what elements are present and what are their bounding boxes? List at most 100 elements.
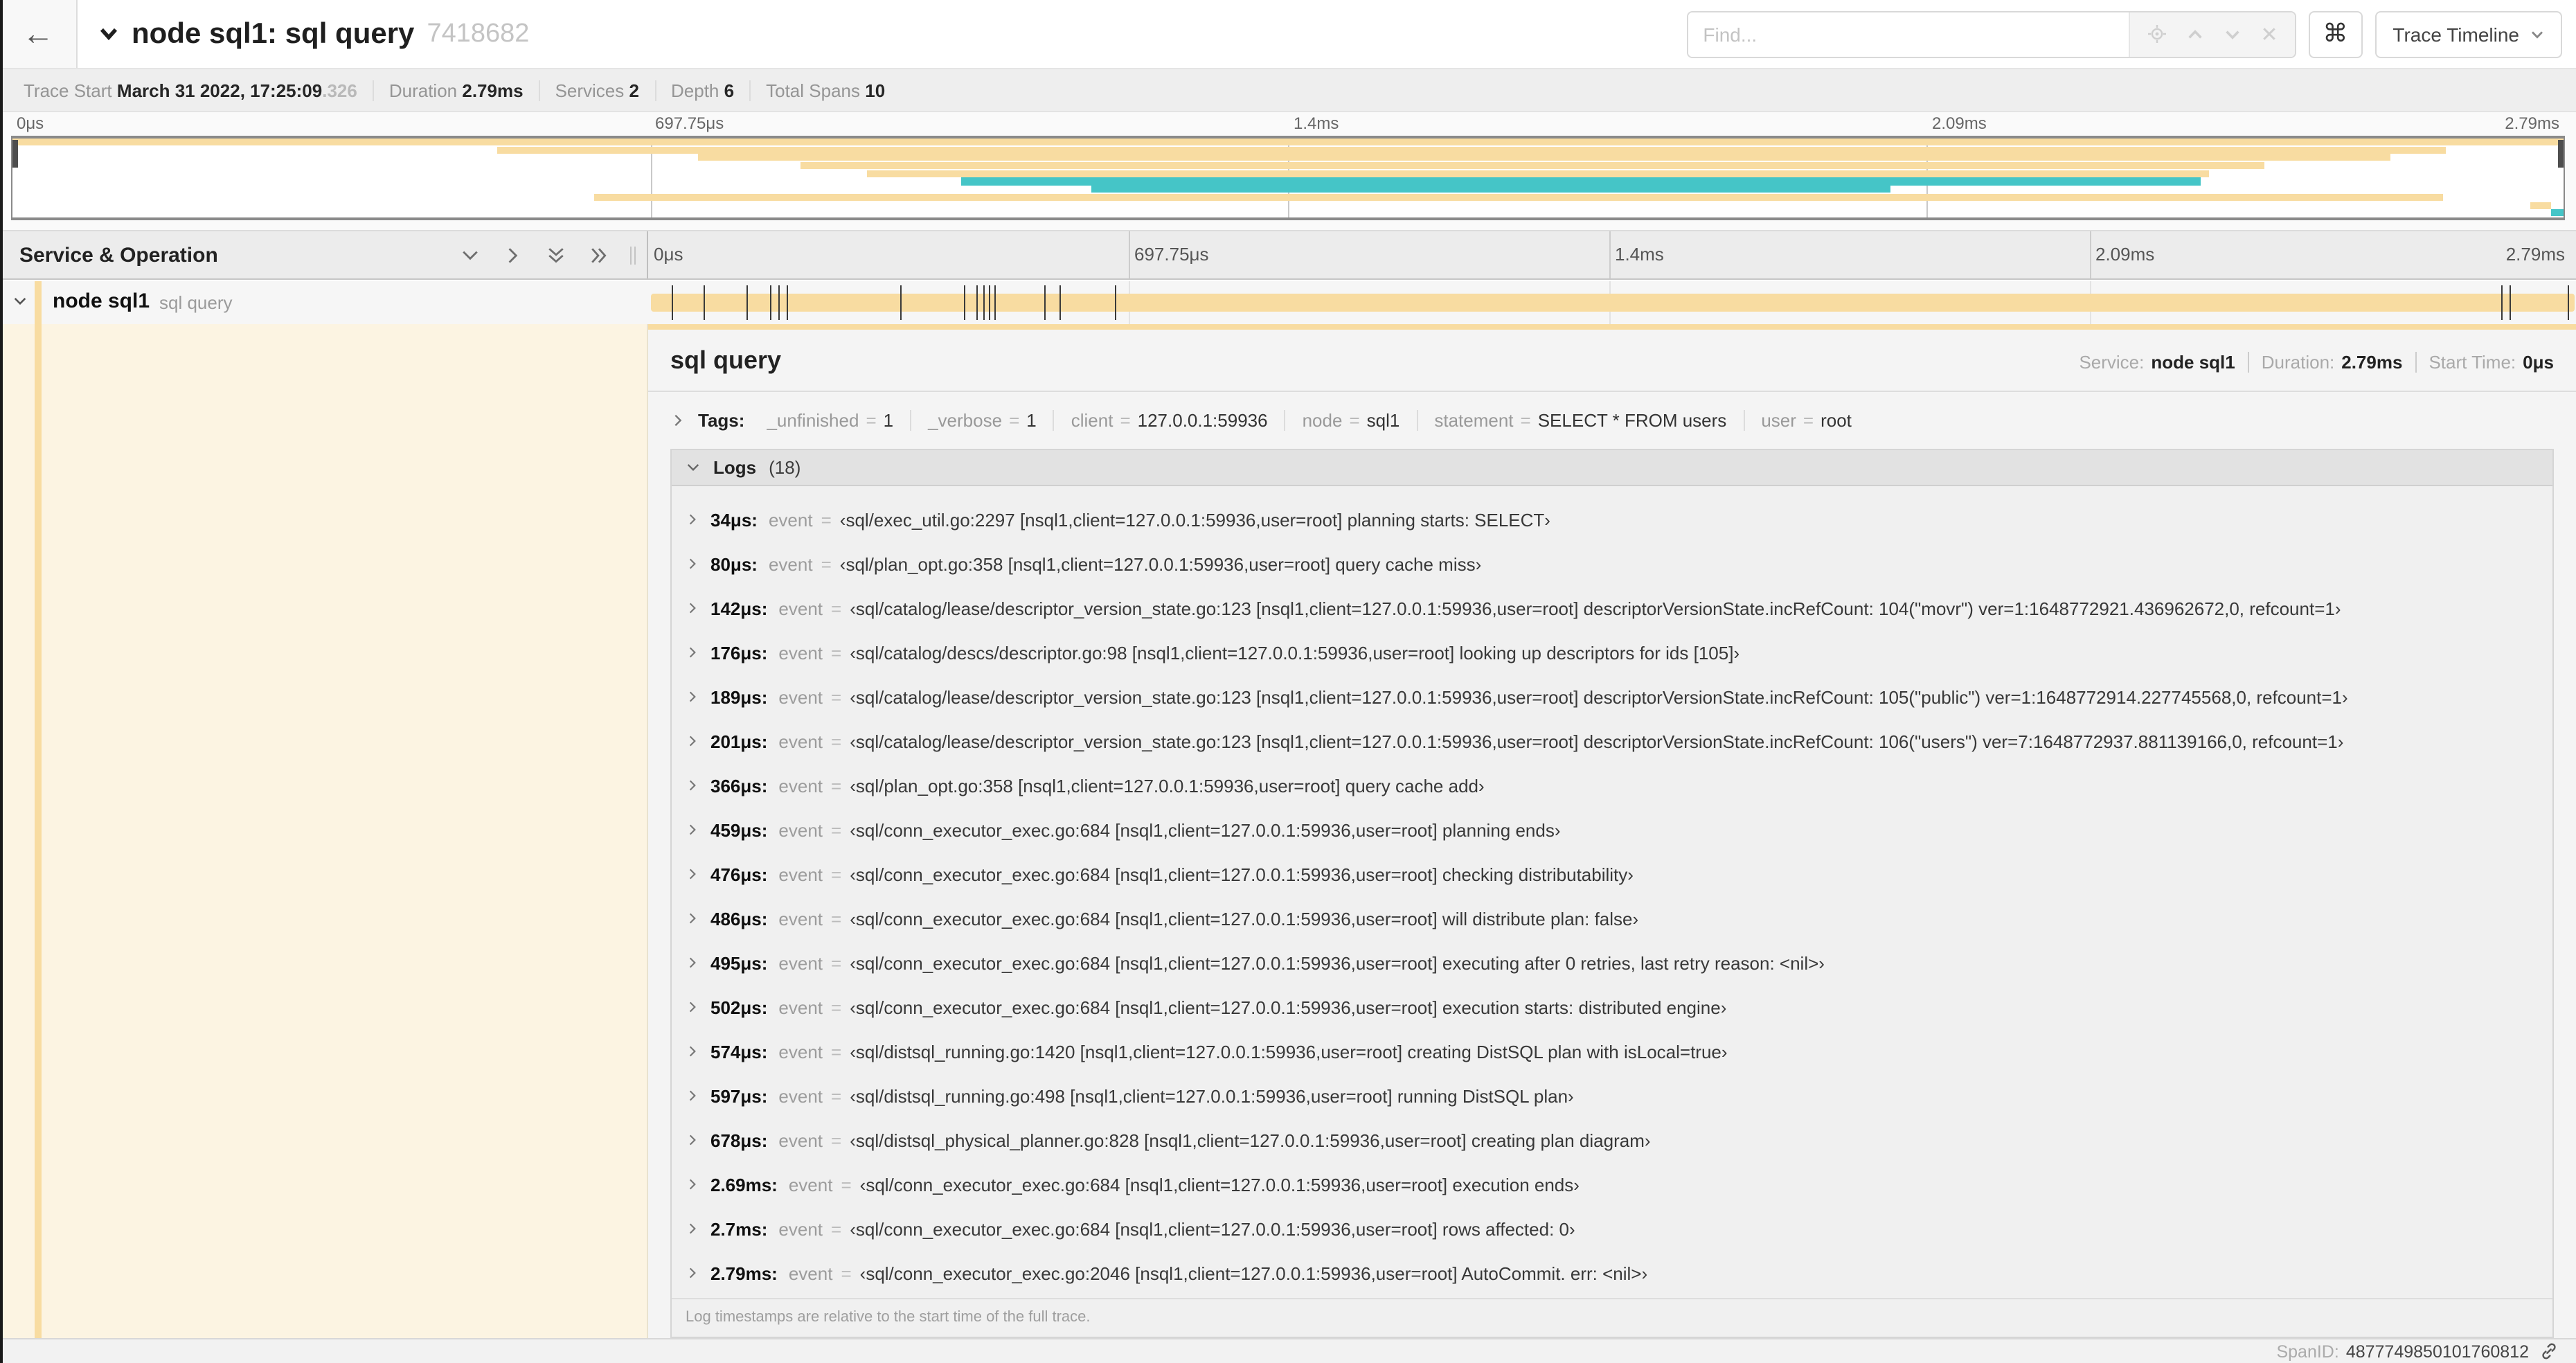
log-field-value: ‹sql/conn_executor_exec.go:684 [nsql1,cl… bbox=[850, 819, 1561, 840]
log-marker-tick[interactable] bbox=[900, 285, 902, 320]
clear-search-icon[interactable] bbox=[2261, 26, 2276, 42]
log-field-key: event bbox=[778, 731, 823, 751]
collapse-one-icon[interactable] bbox=[461, 246, 479, 264]
log-marker-tick[interactable] bbox=[989, 285, 991, 320]
log-expand-chevron-icon[interactable] bbox=[686, 557, 699, 571]
log-expand-chevron-icon[interactable] bbox=[686, 513, 699, 526]
log-entry[interactable]: 459μs: event = ‹sql/conn_executor_exec.g… bbox=[672, 808, 2552, 852]
log-expand-chevron-icon[interactable] bbox=[686, 956, 699, 970]
next-result-icon[interactable] bbox=[2224, 26, 2240, 42]
logs-count: (18) bbox=[769, 457, 801, 478]
log-marker-tick[interactable] bbox=[976, 285, 978, 320]
logs-header[interactable]: Logs (18) bbox=[672, 450, 2552, 486]
prev-result-icon[interactable] bbox=[2186, 26, 2203, 42]
log-expand-chevron-icon[interactable] bbox=[686, 1222, 699, 1236]
log-expand-chevron-icon[interactable] bbox=[686, 601, 699, 615]
log-marker-tick[interactable] bbox=[994, 285, 996, 320]
log-marker-tick[interactable] bbox=[964, 285, 966, 320]
log-marker-tick[interactable] bbox=[1044, 285, 1045, 320]
log-equals: = bbox=[831, 864, 842, 884]
log-field-value: ‹sql/catalog/lease/descriptor_version_st… bbox=[850, 731, 2344, 751]
collapse-trace-chevron-icon[interactable] bbox=[98, 24, 119, 44]
tags-expand-chevron-icon[interactable] bbox=[670, 413, 686, 428]
timeline-tick-label: 1.4ms bbox=[1615, 244, 1664, 265]
log-equals: = bbox=[841, 1263, 852, 1283]
log-field-key: event bbox=[768, 509, 813, 530]
log-entry[interactable]: 2.79ms: event = ‹sql/conn_executor_exec.… bbox=[672, 1251, 2552, 1295]
log-entry[interactable]: 476μs: event = ‹sql/conn_executor_exec.g… bbox=[672, 852, 2552, 896]
column-resize-grip[interactable] bbox=[630, 246, 636, 264]
tags-label[interactable]: Tags: bbox=[698, 410, 744, 431]
collapse-all-icon[interactable] bbox=[547, 246, 565, 264]
minimap-span-bar bbox=[1091, 186, 1890, 193]
log-marker-tick[interactable] bbox=[2501, 285, 2503, 320]
log-entry[interactable]: 34μs: event = ‹sql/exec_util.go:2297 [ns… bbox=[672, 497, 2552, 542]
expand-all-icon[interactable] bbox=[590, 246, 608, 264]
log-marker-tick[interactable] bbox=[671, 285, 673, 320]
log-expand-chevron-icon[interactable] bbox=[686, 867, 699, 881]
log-field-key: event bbox=[778, 1085, 823, 1106]
trace-view-selector[interactable]: Trace Timeline bbox=[2374, 10, 2562, 57]
locate-icon[interactable] bbox=[2147, 25, 2166, 43]
log-expand-chevron-icon[interactable] bbox=[686, 1133, 699, 1147]
log-expand-chevron-icon[interactable] bbox=[686, 823, 699, 837]
find-input[interactable] bbox=[1688, 12, 2129, 56]
log-entry[interactable]: 597μs: event = ‹sql/distsql_running.go:4… bbox=[672, 1074, 2552, 1118]
minimap-canvas[interactable] bbox=[11, 136, 2565, 220]
log-marker-tick[interactable] bbox=[1115, 285, 1117, 320]
log-marker-tick[interactable] bbox=[778, 285, 780, 320]
span-service-name[interactable]: node sql1 bbox=[53, 289, 150, 313]
log-expand-chevron-icon[interactable] bbox=[686, 1266, 699, 1280]
detail-row-name-column bbox=[0, 324, 648, 1338]
log-entry[interactable]: 189μs: event = ‹sql/catalog/lease/descri… bbox=[672, 675, 2552, 719]
find-controls bbox=[2128, 12, 2295, 56]
log-expand-chevron-icon[interactable] bbox=[686, 734, 699, 748]
log-field-value: ‹sql/catalog/lease/descriptor_version_st… bbox=[850, 686, 2348, 707]
log-expand-chevron-icon[interactable] bbox=[686, 911, 699, 925]
expand-one-icon[interactable] bbox=[504, 246, 522, 264]
log-entry[interactable]: 366μs: event = ‹sql/plan_opt.go:358 [nsq… bbox=[672, 763, 2552, 808]
keyboard-shortcuts-button[interactable]: ⌘ bbox=[2308, 10, 2363, 57]
deep-link-icon[interactable] bbox=[2540, 1342, 2558, 1360]
log-expand-chevron-icon[interactable] bbox=[686, 1044, 699, 1058]
log-entry[interactable]: 486μs: event = ‹sql/conn_executor_exec.g… bbox=[672, 896, 2552, 941]
log-marker-tick[interactable] bbox=[786, 285, 788, 320]
log-marker-tick[interactable] bbox=[983, 285, 985, 320]
log-entry[interactable]: 678μs: event = ‹sql/distsql_physical_pla… bbox=[672, 1118, 2552, 1162]
log-expand-chevron-icon[interactable] bbox=[686, 1000, 699, 1014]
log-equals: = bbox=[831, 1218, 842, 1239]
log-equals: = bbox=[831, 686, 842, 707]
log-expand-chevron-icon[interactable] bbox=[686, 690, 699, 704]
log-entry[interactable]: 2.7ms: event = ‹sql/conn_executor_exec.g… bbox=[672, 1206, 2552, 1251]
log-entry[interactable]: 495μs: event = ‹sql/conn_executor_exec.g… bbox=[672, 941, 2552, 985]
back-button[interactable]: ← bbox=[0, 0, 78, 68]
log-marker-tick[interactable] bbox=[1059, 285, 1062, 320]
log-marker-tick[interactable] bbox=[703, 285, 705, 320]
minimap-span-bar bbox=[867, 170, 2209, 177]
log-entry[interactable]: 574μs: event = ‹sql/distsql_running.go:1… bbox=[672, 1029, 2552, 1074]
log-entry[interactable]: 80μs: event = ‹sql/plan_opt.go:358 [nsql… bbox=[672, 542, 2552, 586]
log-marker-tick[interactable] bbox=[746, 285, 748, 320]
log-expand-chevron-icon[interactable] bbox=[686, 1089, 699, 1103]
span-collapse-chevron-icon[interactable] bbox=[12, 294, 28, 309]
minimap-right-scrubber-handle[interactable] bbox=[2558, 140, 2564, 168]
log-marker-tick[interactable] bbox=[769, 285, 771, 320]
span-row[interactable]: node sql1 sql query bbox=[0, 281, 2576, 324]
log-entry[interactable]: 176μs: event = ‹sql/catalog/descs/descri… bbox=[672, 630, 2552, 675]
log-entry[interactable]: 142μs: event = ‹sql/catalog/lease/descri… bbox=[672, 586, 2552, 630]
span-operation-name[interactable]: sql query bbox=[159, 292, 233, 313]
minimap-left-scrubber-handle[interactable] bbox=[12, 140, 18, 168]
log-marker-tick[interactable] bbox=[2509, 285, 2511, 320]
log-equals: = bbox=[821, 509, 832, 530]
log-equals: = bbox=[831, 1085, 842, 1106]
log-entry[interactable]: 201μs: event = ‹sql/catalog/lease/descri… bbox=[672, 719, 2552, 763]
minimap-span-rows bbox=[12, 139, 2564, 217]
log-expand-chevron-icon[interactable] bbox=[686, 645, 699, 659]
log-expand-chevron-icon[interactable] bbox=[686, 1177, 699, 1191]
log-expand-chevron-icon[interactable] bbox=[686, 778, 699, 792]
tag-item: statement = SELECT * FROM users bbox=[1416, 410, 1743, 431]
log-entry[interactable]: 502μs: event = ‹sql/conn_executor_exec.g… bbox=[672, 985, 2552, 1029]
collapse-controls bbox=[461, 246, 608, 264]
log-entry[interactable]: 2.69ms: event = ‹sql/conn_executor_exec.… bbox=[672, 1162, 2552, 1206]
log-marker-tick[interactable] bbox=[2567, 285, 2569, 320]
